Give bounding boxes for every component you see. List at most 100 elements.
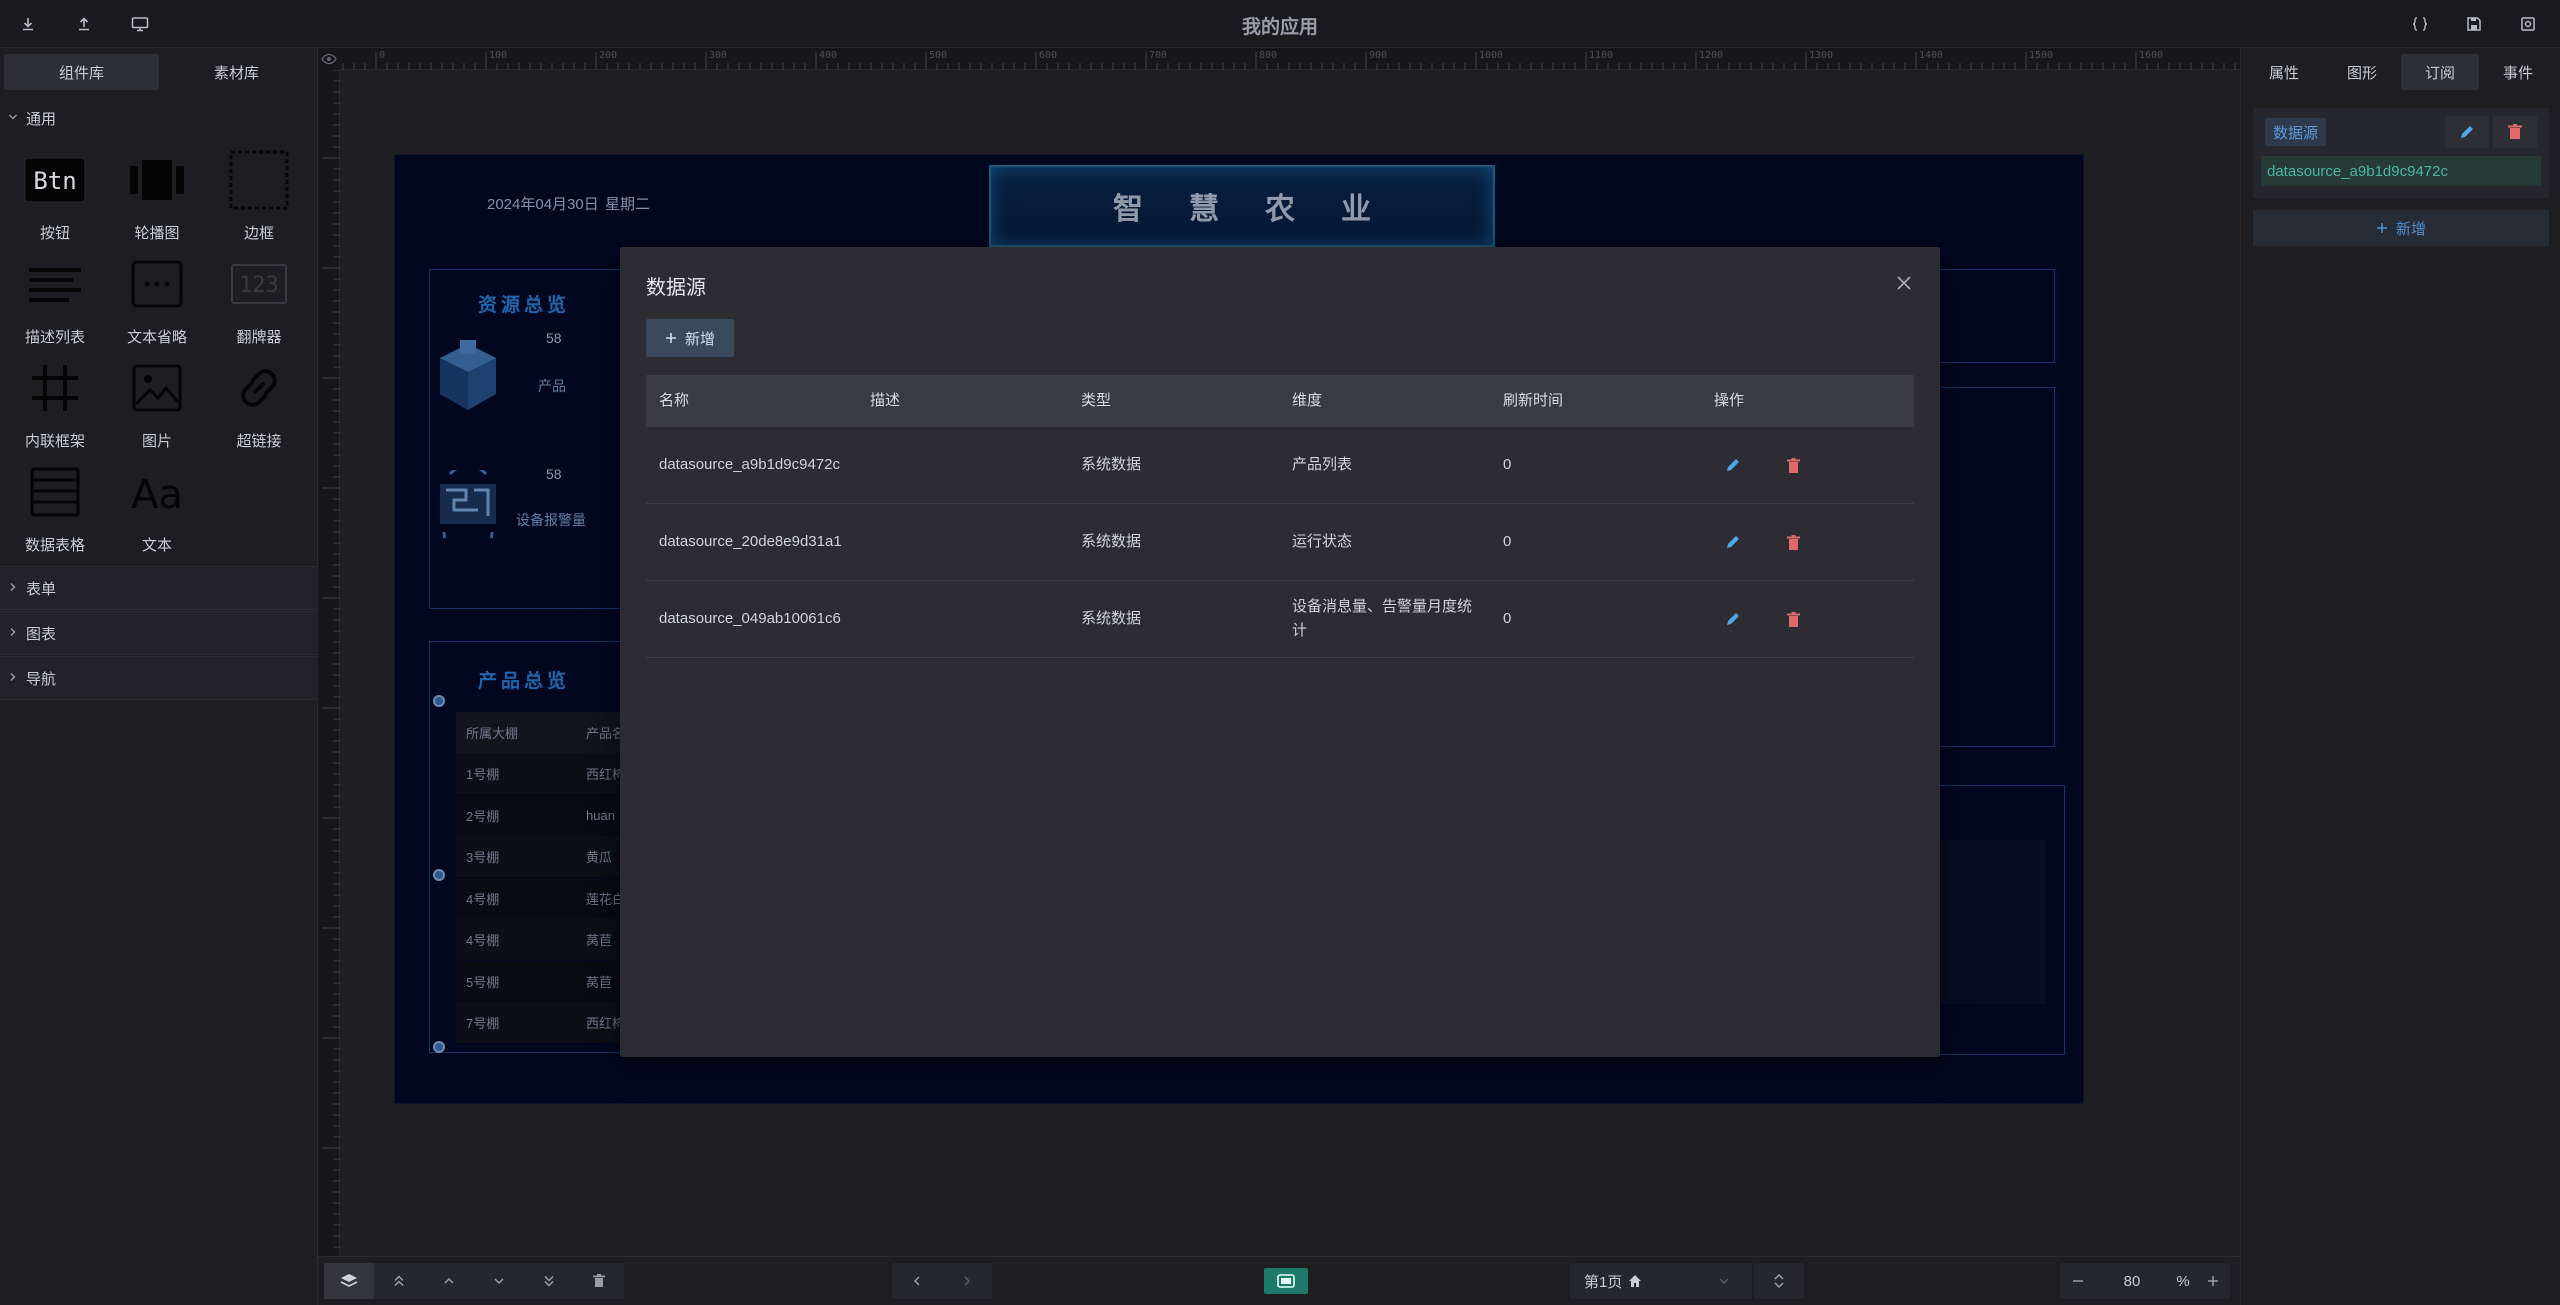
text-icon: Aa xyxy=(125,460,189,524)
row-actions xyxy=(1701,609,1914,629)
delete-icon[interactable] xyxy=(1783,609,1803,629)
text-ellipsis-icon xyxy=(125,252,189,316)
component-carousel[interactable]: 轮播图 xyxy=(107,148,207,248)
datasource-dialog: 数据源 新增 名称 描述 类型 维度 刷新时间 操作 datasource_a9… xyxy=(620,247,1940,1057)
component-text-ellipsis[interactable]: 文本省略 xyxy=(107,252,207,352)
col-type: 类型 xyxy=(1081,392,1112,409)
close-icon[interactable] xyxy=(1892,271,1916,295)
table-row[interactable]: datasource_049ab10061c6 系统数据 设备消息量、告警量月度… xyxy=(646,581,1914,658)
page-thumbnail[interactable] xyxy=(1264,1268,1308,1294)
section-nav-header[interactable]: 导航 xyxy=(0,656,318,700)
page-select-value: 第1页 xyxy=(1584,1273,1623,1291)
component-description-list[interactable]: 描述列表 xyxy=(5,252,105,352)
zoom-control: 80 % xyxy=(2060,1263,2230,1299)
row-actions xyxy=(1701,455,1914,475)
chevron-right-icon xyxy=(8,671,18,685)
selected-datasource[interactable]: datasource_a9b1d9c9472c xyxy=(2261,156,2541,186)
section-form-label: 表单 xyxy=(26,580,57,598)
btn-icon: Btn xyxy=(23,148,87,212)
tab-graphics[interactable]: 图形 xyxy=(2323,54,2401,90)
add-datasource-button[interactable]: 新增 xyxy=(646,319,734,357)
left-tabs: 组件库 素材库 xyxy=(4,54,314,90)
svg-text:Aa: Aa xyxy=(131,472,183,516)
layers-icon[interactable] xyxy=(324,1263,374,1299)
component-text[interactable]: Aa 文本 xyxy=(107,460,207,560)
save-icon[interactable] xyxy=(2462,12,2486,36)
data-table-icon xyxy=(23,460,87,524)
zoom-value[interactable]: 80 xyxy=(2096,1273,2168,1290)
row-actions xyxy=(1701,532,1914,552)
component-link[interactable]: 超链接 xyxy=(209,356,309,456)
add-subscription-button[interactable]: 新增 xyxy=(2253,210,2549,246)
col-actions: 操作 xyxy=(1714,392,1745,409)
section-nav-label: 导航 xyxy=(26,670,57,688)
tab-properties[interactable]: 属性 xyxy=(2245,54,2323,90)
component-flip-counter[interactable]: 123 翻牌器 xyxy=(209,252,309,352)
component-iframe[interactable]: 内联框架 xyxy=(5,356,105,456)
next-page-icon[interactable] xyxy=(942,1263,992,1299)
component-border[interactable]: 边框 xyxy=(209,148,309,248)
right-tabs: 属性 图形 订阅 事件 xyxy=(2245,54,2557,90)
delete-icon[interactable] xyxy=(1783,455,1803,475)
datasource-name: datasource_20de8e9d31a1 xyxy=(659,533,842,550)
component-library-panel: 组件库 素材库 通用 Btn 按钮 轮播图 边框 描述列表 文本省略 123 翻… xyxy=(0,48,318,1305)
page-select[interactable]: 第1页 xyxy=(1570,1263,1752,1299)
zoom-unit: % xyxy=(2176,1272,2190,1290)
datasource-type: 系统数据 xyxy=(1081,533,1142,550)
edit-icon[interactable] xyxy=(2445,116,2489,148)
col-dimension: 维度 xyxy=(1292,392,1323,409)
plus-icon xyxy=(2376,223,2387,233)
section-general-header[interactable]: 通用 xyxy=(0,98,318,138)
link-icon xyxy=(227,356,291,420)
tab-materials[interactable]: 素材库 xyxy=(159,54,314,90)
section-general-label: 通用 xyxy=(26,110,57,128)
section-chart-header[interactable]: 图表 xyxy=(0,611,318,655)
svg-text:Btn: Btn xyxy=(33,167,76,195)
move-down-icon[interactable] xyxy=(474,1263,524,1299)
prev-page-icon[interactable] xyxy=(892,1263,942,1299)
border-icon xyxy=(227,148,291,212)
delete-icon[interactable] xyxy=(2493,116,2537,148)
col-refresh: 刷新时间 xyxy=(1503,392,1564,409)
section-form-header[interactable]: 表单 xyxy=(0,566,318,610)
plus-icon xyxy=(665,333,676,343)
edit-icon[interactable] xyxy=(1723,532,1743,552)
tab-events[interactable]: 事件 xyxy=(2479,54,2557,90)
carousel-icon xyxy=(125,148,189,212)
component-image[interactable]: 图片 xyxy=(107,356,207,456)
zoom-out-icon[interactable] xyxy=(2060,1275,2096,1287)
tab-subscribe[interactable]: 订阅 xyxy=(2401,54,2479,90)
chevron-down-icon xyxy=(8,111,18,125)
properties-panel: 属性 图形 订阅 事件 数据源 datasource_a9b1d9c9472c … xyxy=(2240,48,2560,1305)
datasource-type: 系统数据 xyxy=(1081,610,1142,627)
datasource-table: 名称 描述 类型 维度 刷新时间 操作 datasource_a9b1d9c94… xyxy=(646,375,1914,658)
code-braces-icon[interactable] xyxy=(2408,12,2432,36)
table-row[interactable]: datasource_20de8e9d31a1 系统数据 运行状态 0 xyxy=(646,504,1914,581)
zoom-in-icon[interactable] xyxy=(2198,1275,2228,1287)
app-title: 我的应用 xyxy=(1241,17,1318,38)
bring-to-front-icon[interactable] xyxy=(374,1263,424,1299)
description-list-icon xyxy=(23,252,87,316)
home-icon xyxy=(1629,1275,1642,1287)
send-to-back-icon[interactable] xyxy=(524,1263,574,1299)
table-row[interactable]: datasource_a9b1d9c9472c 系统数据 产品列表 0 xyxy=(646,427,1914,504)
delete-icon[interactable] xyxy=(574,1263,624,1299)
table-header: 名称 描述 类型 维度 刷新时间 操作 xyxy=(646,375,1914,427)
sort-updown-icon[interactable] xyxy=(1754,1263,1804,1299)
datasource-dimension: 产品列表 xyxy=(1292,456,1353,473)
bottom-toolbar: 第1页 80 % xyxy=(318,1256,2240,1305)
datasource-type: 系统数据 xyxy=(1081,456,1142,473)
edit-icon[interactable] xyxy=(1723,609,1743,629)
component-data-table[interactable]: 数据表格 xyxy=(5,460,105,560)
edit-icon[interactable] xyxy=(1723,455,1743,475)
col-name: 名称 xyxy=(659,392,690,409)
tab-components[interactable]: 组件库 xyxy=(4,54,159,90)
iframe-icon xyxy=(23,356,87,420)
delete-icon[interactable] xyxy=(1783,532,1803,552)
layer-actions xyxy=(324,1263,624,1299)
datasource-refresh: 0 xyxy=(1503,456,1512,473)
datasource-dimension: 运行状态 xyxy=(1292,533,1353,550)
publish-icon[interactable] xyxy=(2516,12,2540,36)
move-up-icon[interactable] xyxy=(424,1263,474,1299)
component-button[interactable]: Btn 按钮 xyxy=(5,148,105,248)
